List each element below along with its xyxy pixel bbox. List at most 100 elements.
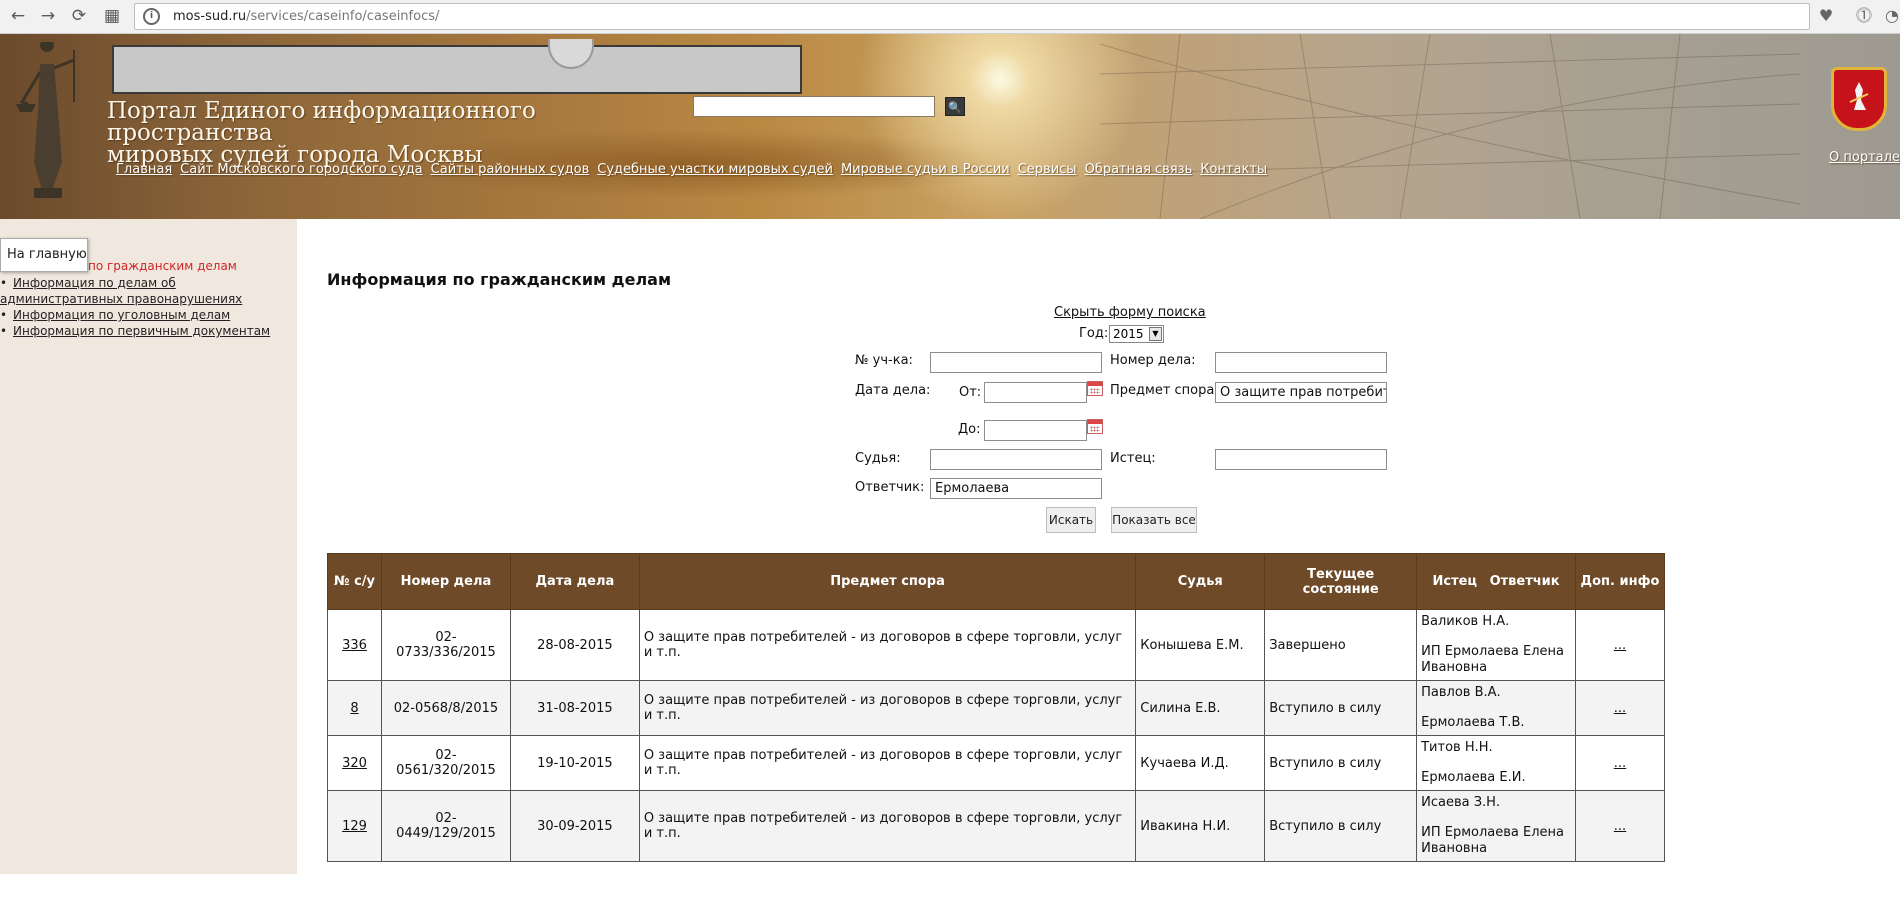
profile-icon[interactable]: ◔ xyxy=(1880,4,1900,28)
magnifier-icon: 🔍 xyxy=(948,101,962,114)
date-to-label: До: xyxy=(958,422,981,437)
cell-parties: Исаева З.Н. ИП Ермолаева Елена Ивановна xyxy=(1416,790,1576,862)
defendant-name-line1: ИП Ермолаева Елена xyxy=(1421,644,1564,659)
section-number-link[interactable]: 320 xyxy=(342,756,367,771)
calendar-icon[interactable] xyxy=(1087,381,1103,396)
forward-button[interactable]: → xyxy=(36,4,60,28)
defendant-name-line1: ИП Ермолаева Елена xyxy=(1421,825,1564,840)
extra-info-link[interactable]: ... xyxy=(1614,701,1626,716)
sidebar-item-civil-active[interactable]: по гражданским делам xyxy=(88,259,237,273)
about-portal-link[interactable]: О портале xyxy=(1829,150,1900,165)
extra-info-link[interactable]: ... xyxy=(1614,638,1626,653)
nav-russia-justices[interactable]: Мировые судьи в России xyxy=(841,162,1010,177)
top-navigation: Главная Сайт Московского городского суда… xyxy=(116,162,1267,177)
sidebar-link-administrative[interactable]: Информация по делам об административных … xyxy=(0,276,242,306)
section-number-link[interactable]: 129 xyxy=(342,819,367,834)
section-input[interactable] xyxy=(930,352,1102,373)
nav-contacts[interactable]: Контакты xyxy=(1200,162,1267,177)
defendant-name-line1: Ермолаева Е.И. xyxy=(1421,770,1526,785)
plaintiff-name: Валиков Н.А. xyxy=(1421,614,1510,629)
plaintiff-name: Исаева З.Н. xyxy=(1421,795,1501,810)
case-number-input[interactable] xyxy=(1215,352,1387,373)
extra-info-link[interactable]: ... xyxy=(1614,756,1626,771)
defendant-name-line2: Ивановна xyxy=(1421,841,1488,856)
cell-section-number: 8 xyxy=(327,680,382,736)
site-search-button[interactable]: 🔍 xyxy=(945,97,965,116)
date-from-label: От: xyxy=(959,385,982,400)
cell-case-date: 31-08-2015 xyxy=(509,680,640,736)
header-case-date: Дата дела xyxy=(509,553,640,610)
header-state: Текущее состояние xyxy=(1264,553,1418,610)
judge-input[interactable] xyxy=(930,449,1102,470)
case-date-label: Дата дела: xyxy=(855,383,931,398)
browser-toolbar: ← → ⟳ ▦ i mos-sud.ru/services/caseinfo/c… xyxy=(0,0,1900,34)
cell-subject: О защите прав потребителей - из договоро… xyxy=(638,790,1137,862)
site-search-input[interactable] xyxy=(693,96,935,117)
portal-title: Портал Единого информационного пространс… xyxy=(107,100,687,167)
cell-case-date: 28-08-2015 xyxy=(509,609,640,681)
cell-extra-info: ... xyxy=(1575,790,1665,862)
nav-moscow-city-court[interactable]: Сайт Московского городского суда xyxy=(180,162,423,177)
date-to-input[interactable] xyxy=(984,420,1087,441)
header-defendant: Ответчик xyxy=(1489,574,1560,589)
home-tooltip: На главную xyxy=(0,238,88,272)
cell-judge: Кучаева И.Д. xyxy=(1135,735,1266,791)
cell-case-date: 19-10-2015 xyxy=(509,735,640,791)
url-text[interactable]: mos-sud.ru/services/caseinfo/caseinfocs/ xyxy=(173,9,439,24)
reload-icon: ⟳ xyxy=(71,6,87,26)
nav-district-courts[interactable]: Сайты районных судов xyxy=(431,162,590,177)
show-all-button[interactable]: Показать все xyxy=(1111,507,1197,533)
back-button[interactable]: ← xyxy=(6,4,30,28)
hide-search-form-link[interactable]: Скрыть форму поиска xyxy=(1054,305,1206,320)
section-number-link[interactable]: 8 xyxy=(350,701,358,716)
nav-judicial-sections[interactable]: Судебные участки мировых судей xyxy=(597,162,833,177)
saint-george-icon xyxy=(1849,82,1869,110)
header-plaintiff: Истец xyxy=(1432,574,1478,589)
cell-extra-info: ... xyxy=(1575,609,1665,681)
moscow-coat-of-arms xyxy=(1831,67,1887,131)
extra-info-link[interactable]: ... xyxy=(1614,819,1626,834)
subject-input[interactable]: О защите прав потребителей xyxy=(1215,382,1387,403)
cell-parties: Валиков Н.А. ИП Ермолаева Елена Ивановна xyxy=(1416,609,1576,681)
extension-icon[interactable]: ⓵ xyxy=(1852,4,1876,28)
nav-services[interactable]: Сервисы xyxy=(1018,162,1077,177)
reload-button[interactable]: ⟳ xyxy=(67,4,91,28)
header-judge: Судья xyxy=(1135,553,1266,610)
chevron-down-icon[interactable]: ▼ xyxy=(1149,327,1162,341)
site-header: Портал Единого информационного пространс… xyxy=(0,34,1900,219)
sidebar-menu: • Информация по делам об административных… xyxy=(0,275,290,339)
heart-icon[interactable]: ♥ xyxy=(1814,4,1838,28)
date-from-input[interactable] xyxy=(984,382,1087,403)
address-bar[interactable]: i mos-sud.ru/services/caseinfo/caseinfoc… xyxy=(134,3,1810,30)
results-table: № с/у Номер дела Дата дела Предмет спора… xyxy=(327,553,1665,862)
header-parties: Истец Ответчик xyxy=(1416,553,1576,610)
cell-subject: О защите прав потребителей - из договоро… xyxy=(638,609,1137,681)
section-number-link[interactable]: 336 xyxy=(342,638,367,653)
video-player[interactable] xyxy=(112,39,802,94)
cell-extra-info: ... xyxy=(1575,680,1665,736)
arrow-left-icon: ← xyxy=(10,6,26,26)
apps-grid-icon: ▦ xyxy=(103,6,121,26)
cell-judge: Силина Е.В. xyxy=(1135,680,1266,736)
defendant-input[interactable]: Ермолаева xyxy=(930,478,1102,499)
nav-feedback[interactable]: Обратная связь xyxy=(1085,162,1193,177)
defendant-label: Ответчик: xyxy=(855,480,925,495)
section-label: № уч-ка: xyxy=(855,353,913,368)
info-icon[interactable]: i xyxy=(143,8,160,25)
sidebar-item-criminal: • Информация по уголовным делам xyxy=(0,308,231,322)
apps-button[interactable]: ▦ xyxy=(100,4,124,28)
arrow-right-icon: → xyxy=(40,6,56,26)
nav-home[interactable]: Главная xyxy=(116,162,172,177)
play-icon[interactable] xyxy=(548,39,594,69)
year-select[interactable]: 2015 ▼ xyxy=(1109,325,1164,343)
cell-section-number: 320 xyxy=(327,735,382,791)
search-button[interactable]: Искать xyxy=(1046,507,1096,533)
cell-section-number: 129 xyxy=(327,790,382,862)
plaintiff-input[interactable] xyxy=(1215,449,1387,470)
calendar-icon[interactable] xyxy=(1087,419,1103,434)
sidebar-link-criminal[interactable]: Информация по уголовным делам xyxy=(13,308,230,322)
sidebar-link-primary-docs[interactable]: Информация по первичным документам xyxy=(13,324,270,338)
table-row: 336 02-0733/336/2015 28-08-2015 О защите… xyxy=(327,609,1665,681)
page-title: Информация по гражданским делам xyxy=(327,270,672,289)
header-extra-info: Доп. инфо xyxy=(1575,553,1665,610)
